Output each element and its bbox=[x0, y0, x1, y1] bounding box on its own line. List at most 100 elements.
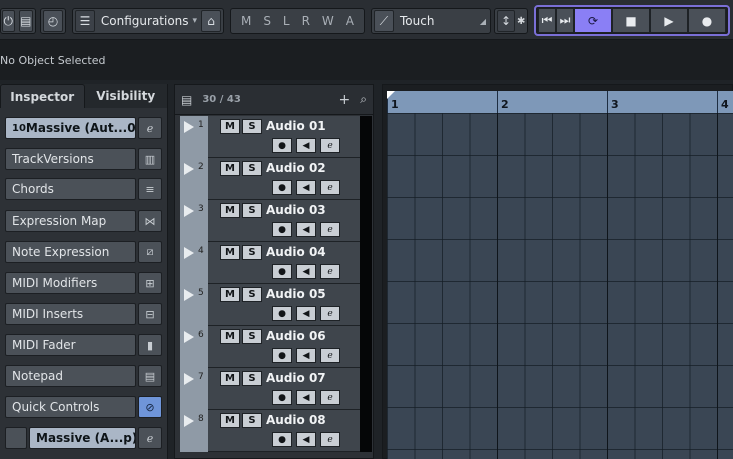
inspector-section-midi-fader[interactable]: MIDI Fader ▮ bbox=[5, 334, 162, 356]
solo-button[interactable]: S bbox=[242, 161, 262, 176]
track-name[interactable]: Audio 02 bbox=[266, 161, 326, 175]
mute-button[interactable]: M bbox=[220, 245, 240, 260]
edit-instrument-icon[interactable]: ℯ bbox=[138, 427, 162, 449]
inspector-section-trackversions[interactable]: TrackVersions ▥ bbox=[5, 148, 162, 170]
edit-instrument-icon[interactable]: ℯ bbox=[138, 117, 162, 139]
go-to-start-button[interactable]: ⏮ bbox=[538, 8, 556, 33]
solo-button[interactable]: S bbox=[242, 329, 262, 344]
project-grid[interactable] bbox=[387, 113, 733, 459]
solo-button[interactable]: S bbox=[242, 287, 262, 302]
mute-button[interactable]: M bbox=[220, 413, 240, 428]
expand-triangle-icon[interactable] bbox=[184, 373, 194, 385]
automation-mode-select[interactable]: Touch bbox=[396, 14, 438, 28]
record-enable-button[interactable]: ● bbox=[272, 306, 292, 321]
inspector-section-chords[interactable]: Chords ≡ bbox=[5, 178, 162, 200]
stop-button[interactable]: ■ bbox=[612, 8, 650, 33]
mute-button[interactable]: M bbox=[220, 203, 240, 218]
automation-a-button[interactable]: A bbox=[346, 14, 354, 28]
track-name[interactable]: Audio 03 bbox=[266, 203, 326, 217]
inspector-section-note-expression[interactable]: Note Expression ⧄ bbox=[5, 241, 162, 263]
inspector-track-name[interactable]: 10 Massive (Aut...01 ▶ bbox=[5, 117, 136, 139]
edit-channel-button[interactable]: ℯ bbox=[320, 390, 340, 405]
record-enable-button[interactable]: ● bbox=[272, 348, 292, 363]
track-name[interactable]: Audio 05 bbox=[266, 287, 326, 301]
inspector-track-row[interactable]: 10 Massive (Aut...01 ▶ ℯ bbox=[5, 117, 162, 139]
chevron-down-icon[interactable]: ▾ bbox=[193, 16, 198, 26]
inspector-section-midi-modifiers[interactable]: MIDI Modifiers ⊞ bbox=[5, 272, 162, 294]
star-icon[interactable]: ✱ bbox=[517, 16, 525, 27]
mute-button[interactable]: M bbox=[220, 161, 240, 176]
edit-channel-button[interactable]: ℯ bbox=[320, 306, 340, 321]
monitor-button[interactable]: ◀ bbox=[296, 432, 316, 447]
inspector-instrument-row[interactable]: Massive (A...p) ▥ ▶ ℯ bbox=[5, 427, 162, 449]
monitor-button[interactable]: ◀ bbox=[296, 264, 316, 279]
inspector-section-notepad[interactable]: Notepad ▤ bbox=[5, 365, 162, 387]
mute-button[interactable]: M bbox=[220, 119, 240, 134]
automation-w-button[interactable]: W bbox=[322, 14, 334, 28]
record-enable-button[interactable]: ● bbox=[272, 138, 292, 153]
track-name[interactable]: Audio 06 bbox=[266, 329, 326, 343]
automation-m-button[interactable]: M bbox=[241, 14, 251, 28]
record-enable-button[interactable]: ● bbox=[272, 390, 292, 405]
mute-button[interactable]: M bbox=[220, 371, 240, 386]
tab-inspector[interactable]: Inspector bbox=[0, 84, 85, 108]
layout-icon[interactable]: ▤ bbox=[18, 10, 33, 32]
edit-channel-button[interactable]: ℯ bbox=[320, 138, 340, 153]
solo-button[interactable]: S bbox=[242, 203, 262, 218]
automation-l-button[interactable]: L bbox=[283, 14, 290, 28]
left-locator-icon[interactable] bbox=[387, 91, 395, 99]
search-icon[interactable]: ⌕ bbox=[360, 92, 367, 107]
nudge-icon[interactable]: ↕ bbox=[497, 10, 515, 32]
track-row[interactable]: 5 M S Audio 05 ● ◀ ℯ bbox=[180, 284, 372, 326]
record-enable-button[interactable]: ● bbox=[272, 222, 292, 237]
expand-triangle-icon[interactable] bbox=[184, 331, 194, 343]
monitor-button[interactable]: ◀ bbox=[296, 138, 316, 153]
ruler[interactable]: 1 2 3 4 bbox=[387, 91, 733, 113]
go-to-end-button[interactable]: ⏭ bbox=[556, 8, 574, 33]
automation-s-button[interactable]: S bbox=[263, 14, 271, 28]
inspector-section-midi-inserts[interactable]: MIDI Inserts ⊟ bbox=[5, 303, 162, 325]
edit-channel-button[interactable]: ℯ bbox=[320, 348, 340, 363]
edit-channel-button[interactable]: ℯ bbox=[320, 180, 340, 195]
cycle-button[interactable]: ⟳ bbox=[574, 8, 612, 33]
list-icon[interactable]: ☰ bbox=[75, 10, 95, 32]
solo-button[interactable]: S bbox=[242, 413, 262, 428]
mute-button[interactable]: M bbox=[220, 329, 240, 344]
record-enable-button[interactable]: ● bbox=[272, 264, 292, 279]
add-track-icon[interactable]: + bbox=[339, 92, 351, 108]
monitor-button[interactable]: ◀ bbox=[296, 348, 316, 363]
tab-visibility[interactable]: Visibility bbox=[85, 84, 168, 108]
expand-triangle-icon[interactable] bbox=[184, 121, 194, 133]
track-row[interactable]: 6 M S Audio 06 ● ◀ ℯ bbox=[180, 326, 372, 368]
camera-icon[interactable]: ⌂ bbox=[201, 10, 221, 32]
track-row[interactable]: 3 M S Audio 03 ● ◀ ℯ bbox=[180, 200, 372, 242]
monitor-button[interactable]: ◀ bbox=[296, 390, 316, 405]
track-name[interactable]: Audio 07 bbox=[266, 371, 326, 385]
track-row[interactable]: 1 M S Audio 01 ● ◀ ℯ bbox=[180, 116, 372, 158]
clock-icon[interactable]: ◴ bbox=[43, 10, 63, 32]
expand-triangle-icon[interactable] bbox=[184, 247, 194, 259]
expand-triangle-icon[interactable] bbox=[184, 415, 194, 427]
inspector-section-expression-map[interactable]: Expression Map ⋈ bbox=[5, 210, 162, 232]
track-row[interactable]: 7 M S Audio 07 ● ◀ ℯ bbox=[180, 368, 372, 410]
edit-channel-button[interactable]: ℯ bbox=[320, 264, 340, 279]
record-button[interactable]: ● bbox=[688, 8, 726, 33]
configurations-label[interactable]: Configurations bbox=[97, 14, 193, 28]
track-name[interactable]: Audio 01 bbox=[266, 119, 326, 133]
solo-button[interactable]: S bbox=[242, 371, 262, 386]
power-icon[interactable]: ⏻ bbox=[2, 10, 15, 32]
track-name[interactable]: Audio 04 bbox=[266, 245, 326, 259]
monitor-button[interactable]: ◀ bbox=[296, 306, 316, 321]
edit-channel-button[interactable]: ℯ bbox=[320, 432, 340, 447]
expand-triangle-icon[interactable] bbox=[184, 289, 194, 301]
expand-triangle-icon[interactable] bbox=[184, 205, 194, 217]
track-name[interactable]: Audio 08 bbox=[266, 413, 326, 427]
track-row[interactable]: 4 M S Audio 04 ● ◀ ℯ bbox=[180, 242, 372, 284]
record-enable-button[interactable]: ● bbox=[272, 180, 292, 195]
track-list-menu-icon[interactable]: ▤ bbox=[181, 93, 192, 107]
expand-triangle-icon[interactable] bbox=[184, 163, 194, 175]
mute-button[interactable]: M bbox=[220, 287, 240, 302]
solo-button[interactable]: S bbox=[242, 245, 262, 260]
monitor-button[interactable]: ◀ bbox=[296, 222, 316, 237]
solo-button[interactable]: S bbox=[242, 119, 262, 134]
